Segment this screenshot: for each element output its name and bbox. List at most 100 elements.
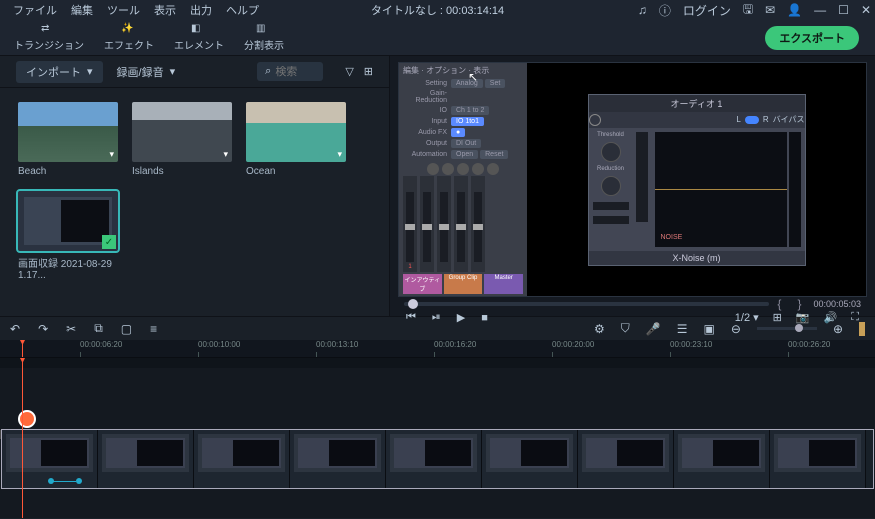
play-icon[interactable]: ▶ [457,311,465,324]
timeline-clip[interactable] [482,430,578,488]
mixer-reset[interactable]: Reset [480,150,508,159]
plugin-r[interactable]: R [763,115,769,124]
knob-icon[interactable] [487,163,499,175]
zoom-in-icon[interactable]: ⊕ [833,322,843,336]
plugin-bypass[interactable]: バイパス [773,114,805,125]
marker-icon[interactable]: ▣ [704,322,715,336]
tab-split[interactable]: ▥分割表示 [234,23,294,52]
meter-icon[interactable] [859,322,865,336]
mixer-open[interactable]: Open [451,150,478,159]
marker-handle[interactable] [18,410,36,428]
mail-icon[interactable]: ✉ [765,3,775,17]
reduction-knob[interactable] [601,176,621,196]
plugin-l[interactable]: L [736,115,740,124]
timeline-clip[interactable] [194,430,290,488]
search-box[interactable]: ⌕ [257,62,323,81]
tab-element[interactable]: ◧エレメント [164,23,234,52]
timeline-clip[interactable] [578,430,674,488]
mixer-setting2[interactable]: Set [485,79,506,88]
undo-icon[interactable]: ↶ [10,322,20,336]
menu-file[interactable]: ファイル [6,2,64,18]
info-icon[interactable]: ⓘ [659,2,671,19]
menu-help[interactable]: ヘルプ [219,2,266,18]
power-icon[interactable] [589,114,601,126]
value-slot [593,202,629,210]
play-pause-icon[interactable]: ⏯ [432,311,441,324]
shield-icon[interactable]: ⛉ [621,321,630,336]
channel-fader[interactable] [420,176,434,272]
timeline-clip[interactable] [674,430,770,488]
mic-icon[interactable]: 🎤 [646,322,661,336]
knob-icon[interactable] [457,163,469,175]
media-clip-selected[interactable]: ✓ 画面収録 2021-08-29 1.17... [18,191,118,281]
clip-label: 画面収録 2021-08-29 1.17... [18,255,118,281]
timeline[interactable]: 08-29 [0,358,875,518]
preview-scrubber[interactable] [404,302,769,306]
mixer-tab-master[interactable]: Master [484,274,523,294]
mixer-io[interactable]: IO 1to1 [451,117,484,126]
mixer-ch[interactable]: Ch 1 to 2 [451,106,489,115]
headphone-icon[interactable]: ♫ [638,3,647,17]
timeline-clip[interactable] [770,430,866,488]
plugin-name: X-Noise (m) [589,251,805,265]
mixer-tab-inactive[interactable]: インアウティブ [403,274,442,294]
timeline-clip[interactable] [2,430,98,488]
window-title: タイトルなし : 00:03:14:14 [371,2,504,18]
media-clip[interactable]: ▾ Ocean [246,102,346,177]
cut-icon[interactable]: ✂ [66,322,76,336]
timeline-clip[interactable] [98,430,194,488]
chevron-down-icon: ▾ [170,65,176,78]
ruler-tick: 00:00:13:10 [316,340,358,349]
mixer-tab-group[interactable]: Group Clip [444,274,483,294]
save-icon[interactable]: 🖫 [743,0,753,21]
grid-icon[interactable]: ⊞ [364,65,373,78]
mixer-dlout[interactable]: DI Out [451,139,481,148]
mark-in-icon[interactable]: { [777,297,781,311]
record-tab[interactable]: 録画/録音▾ [117,64,176,80]
tab-transition[interactable]: ⇄トランジション [4,23,94,52]
search-input[interactable] [275,66,315,78]
media-clip[interactable]: ▾ Beach [18,102,118,177]
menu-output[interactable]: 出力 [183,2,219,18]
user-icon[interactable]: 👤 [787,3,802,17]
knob-icon[interactable] [427,163,439,175]
mixer-fx[interactable]: ● [451,128,465,137]
menu-view[interactable]: 表示 [147,2,183,18]
login-link[interactable]: ログイン [683,2,731,19]
tab-effect[interactable]: ✨エフェクト [94,23,164,52]
list-icon[interactable]: ☰ [677,322,688,336]
knob-icon[interactable] [442,163,454,175]
channel-fader[interactable] [471,176,485,272]
maximize-icon[interactable]: ☐ [838,3,849,17]
stop-icon[interactable]: ■ [481,312,488,324]
import-button[interactable]: インポート▾ [16,61,103,83]
text-icon[interactable]: ▢ [121,322,132,336]
knob-icon[interactable] [472,163,484,175]
menu-edit[interactable]: 編集 [64,2,100,18]
playhead[interactable] [22,340,23,357]
plugin-switch[interactable] [745,116,759,124]
timeline-clip[interactable] [386,430,482,488]
adjust-icon[interactable]: ≡ [150,322,157,336]
mark-out-icon[interactable]: } [797,297,801,311]
zoom-out-icon[interactable]: ⊖ [731,322,741,336]
channel-fader[interactable] [437,176,451,272]
prev-frame-icon[interactable]: ⏮ [406,311,416,324]
timeline-ruler[interactable]: 00:00:06:2000:00:10:0000:00:13:1000:00:1… [0,340,875,358]
redo-icon[interactable]: ↷ [38,322,48,336]
timeline-clip[interactable] [290,430,386,488]
playhead-line[interactable] [22,358,23,518]
gear-icon[interactable]: ⚙ [594,322,605,336]
zoom-slider[interactable] [757,327,817,330]
close-icon[interactable]: ✕ [861,3,871,17]
channel-fader[interactable]: 1 [403,176,417,272]
video-track[interactable] [2,430,873,488]
channel-fader[interactable] [454,176,468,272]
export-button[interactable]: エクスポート [765,26,859,50]
menu-tool[interactable]: ツール [100,2,147,18]
minimize-icon[interactable]: — [814,3,826,17]
filter-icon[interactable]: ▽ [345,65,353,78]
crop-icon[interactable]: ⧉ [94,321,103,336]
threshold-knob[interactable] [601,142,621,162]
media-clip[interactable]: ▾ Islands [132,102,232,177]
